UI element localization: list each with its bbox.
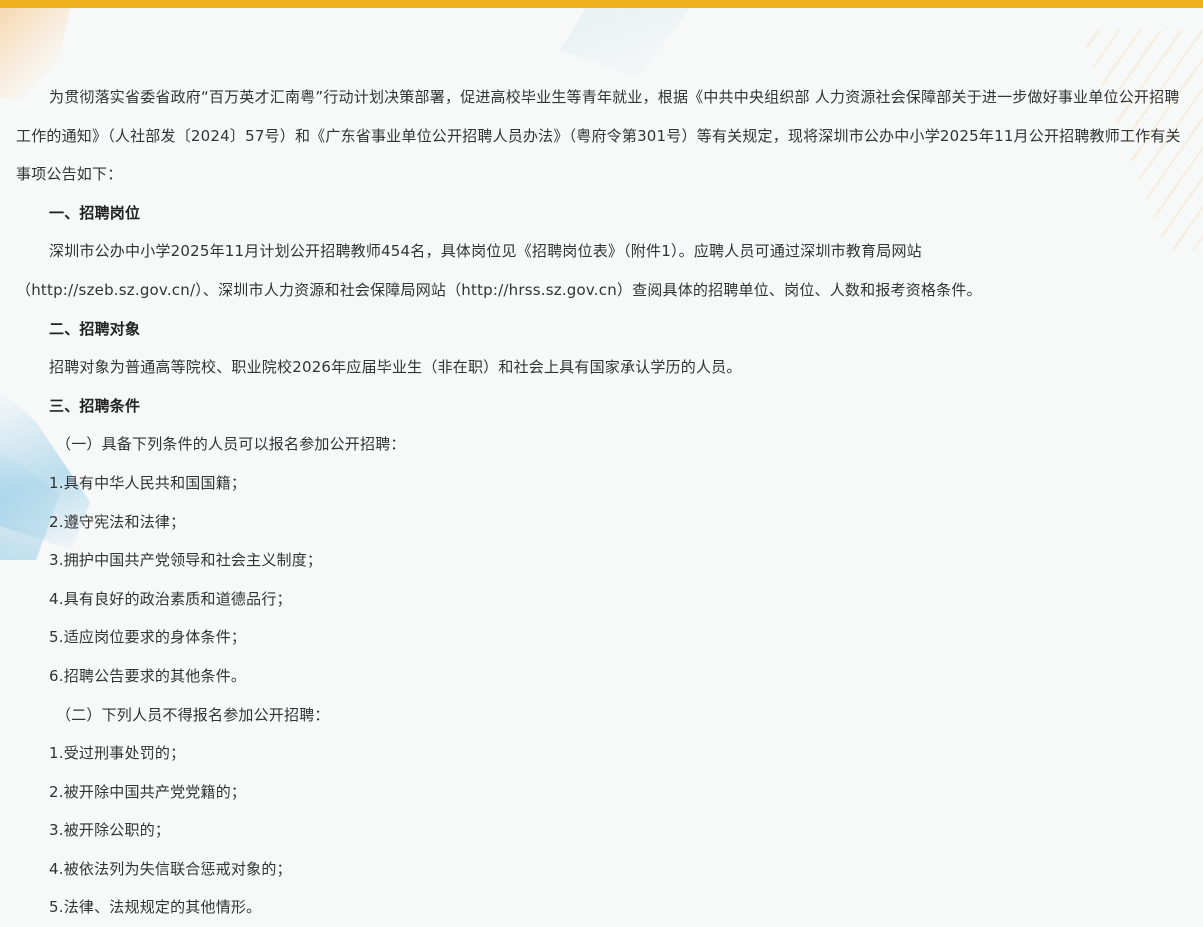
list-item: 3.拥护中国共产党领导和社会主义制度； [49,551,323,570]
section-2-body: 招聘对象为普通高等院校、职业院校2026年应届毕业生（非在职）和社会上具有国家承… [49,358,742,377]
list-item: 6.招聘公告要求的其他条件。 [49,666,247,685]
top-accent-bar [0,0,1203,8]
section-2-heading: 二、招聘对象 [49,319,141,338]
list-item: 2.被开除中国共产党党籍的； [49,782,247,801]
subsection-1-heading: （一）具备下列条件的人员可以报名参加公开招聘： [56,435,406,454]
list-item: 5.适应岗位要求的身体条件； [49,628,247,647]
announcement-body: 为贯彻落实省委省政府“百万英才汇南粤”行动计划决策部署，促进高校毕业生等青年就业… [16,78,1186,927]
section-1-heading: 一、招聘岗位 [49,203,141,222]
list-item: 1.受过刑事处罚的； [49,744,186,763]
list-item: 4.被依法列为失信联合惩戒对象的； [49,859,292,878]
section-1-body-line-1: 深圳市公办中小学2025年11月计划公开招聘教师454名，具体岗位见《招聘岗位表… [49,242,922,261]
list-item: 1.具有中华人民共和国国籍； [49,473,247,492]
subsection-2-heading: （二）下列人员不得报名参加公开招聘： [56,705,330,724]
section-3-heading: 三、招聘条件 [49,396,141,415]
list-item: 5.法律、法规规定的其他情形。 [49,898,262,917]
intro-paragraph: 为贯彻落实省委省政府“百万英才汇南粤”行动计划决策部署，促进高校毕业生等青年就业… [16,88,1181,184]
list-item: 3.被开除公职的； [49,821,171,840]
section-1-body-line-2: （http://szeb.sz.gov.cn/）、深圳市人力资源和社会保障局网站… [16,280,982,299]
decorative-shape-light [560,8,690,78]
list-item: 2.遵守宪法和法律； [49,512,186,531]
list-item: 4.具有良好的政治素质和道德品行； [49,589,292,608]
